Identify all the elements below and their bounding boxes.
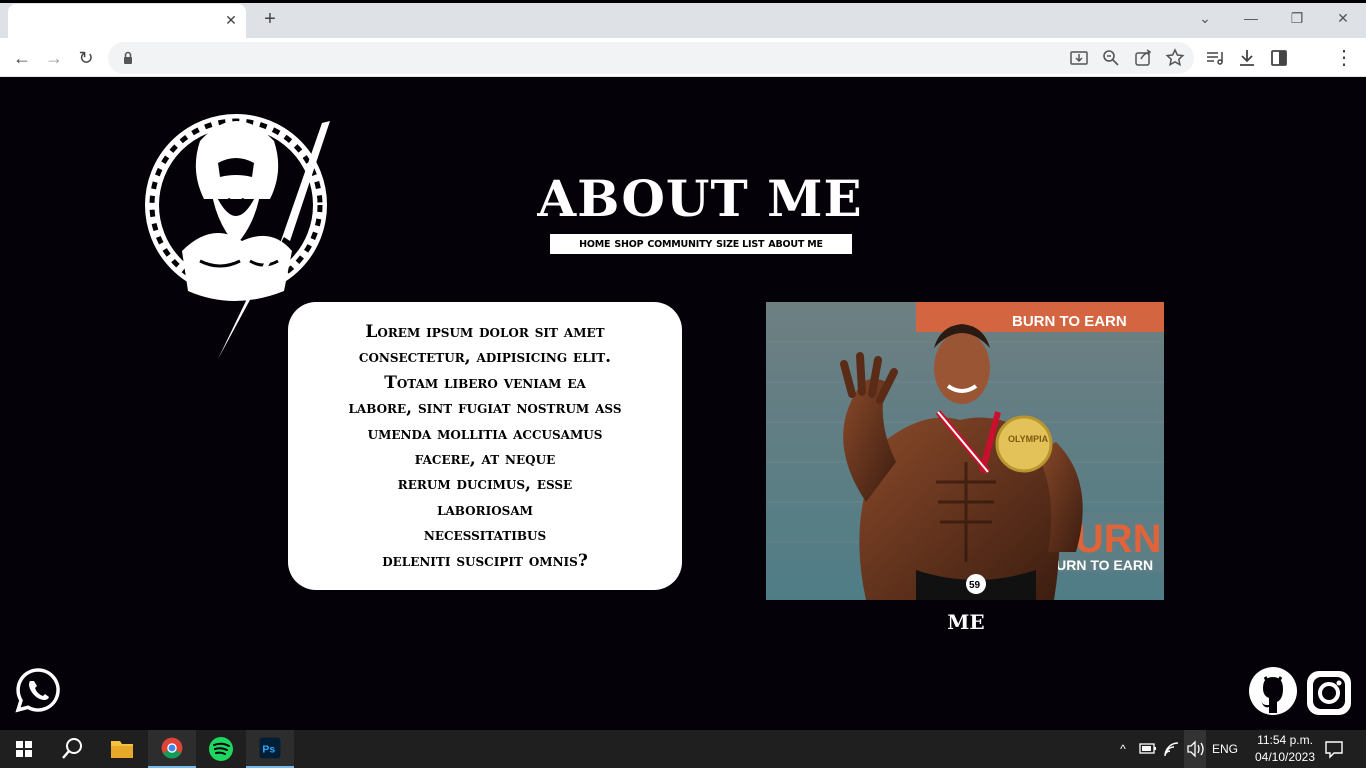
zoom-icon[interactable] [1100,47,1122,69]
bookmark-star-icon[interactable] [1164,47,1186,69]
network-icon[interactable] [1162,730,1182,768]
minimize-button[interactable]: — [1236,6,1266,30]
text-line: laboriosam [437,499,533,520]
reading-list-icon[interactable] [1204,47,1226,69]
clock-time: 11:54 p.m. [1257,733,1313,747]
browser-tab[interactable]: ✕ [8,4,246,38]
nav-about-me-link[interactable]: ABOUT ME [768,239,823,250]
text-line: necessitatibus [423,525,547,546]
tab-strip: ✕ + ⌄ — ❐ ✕ [0,0,1366,38]
forward-button[interactable]: → [40,44,68,72]
banner-text-bottom-small: BURN TO EARN [1046,557,1153,573]
close-window-button[interactable]: ✕ [1328,6,1358,30]
browser-toolbar: ← → ↻ ⋮ [0,38,1366,77]
github-icon[interactable] [1249,667,1297,715]
text-line: rerum ducimus, esse [397,474,573,495]
tab-close-icon[interactable]: ✕ [222,11,240,29]
profile-photo: BURN TO EARN BURN BURN TO EARN OLYMPIA 5… [766,302,1164,600]
window-top-border [0,0,1366,3]
clock[interactable]: 11:54 p.m. 04/10/2023 [1250,732,1320,766]
side-panel-icon[interactable] [1268,47,1290,69]
reload-button[interactable]: ↻ [72,44,100,72]
nav-size-list-link[interactable]: SIZE LIST [716,239,764,250]
new-tab-button[interactable]: + [258,8,282,32]
text-line: labore, sint fugiat nostrum ass [348,398,622,419]
text-line: deleniti suscipit omnis? [382,550,588,571]
nav-community-link[interactable]: COMMUNITY [647,239,712,250]
whatsapp-icon[interactable] [14,666,62,714]
volume-icon[interactable] [1184,730,1206,768]
about-text-box: Lorem ipsum dolor sit amet consectetur, … [288,302,682,590]
install-icon[interactable] [1068,47,1090,69]
battery-icon[interactable] [1138,730,1158,768]
share-icon[interactable] [1132,47,1154,69]
text-line: umenda mollitia accusamus [367,423,603,444]
page-title: ABOUT ME [537,169,863,228]
text-line: facere, at neque [414,449,556,470]
clock-date: 04/10/2023 [1254,750,1316,764]
text-line: Lorem ipsum dolor sit amet [365,322,605,342]
page-content: ABOUT ME HOME SHOP COMMUNITY SIZE LIST A… [0,77,1366,730]
lock-icon[interactable] [120,50,136,66]
address-bar[interactable] [108,42,1194,74]
nav-shop-link[interactable]: SHOP [614,239,643,250]
notifications-icon[interactable] [1322,730,1346,768]
instagram-icon[interactable] [1305,669,1353,717]
photoshop-icon[interactable]: Ps [246,730,294,768]
spotify-icon[interactable] [197,730,245,768]
windows-taskbar: Ps ^ ENG 11:54 p.m. 04/10/2023 [0,730,1366,768]
nav-menu: HOME SHOP COMMUNITY SIZE LIST ABOUT ME [550,234,852,254]
medal-text: OLYMPIA [1008,434,1049,444]
text-line: consectetur, adipisicing elit. [358,347,612,368]
photo-caption: ME [947,610,985,634]
svg-text:Ps: Ps [262,745,275,756]
back-button[interactable]: ← [8,44,36,72]
nav-home-link[interactable]: HOME [579,239,610,250]
chrome-icon[interactable] [148,730,196,768]
show-hidden-icons-icon[interactable]: ^ [1114,730,1132,768]
start-button-icon[interactable] [0,730,48,768]
restore-button[interactable]: ❐ [1282,6,1312,30]
banner-text-top: BURN TO EARN [1012,313,1127,330]
file-explorer-icon[interactable] [98,730,146,768]
tab-search-button[interactable]: ⌄ [1190,6,1220,30]
browser-menu-button[interactable]: ⋮ [1330,44,1358,72]
search-icon[interactable] [48,730,96,768]
text-line: Totam libero veniam ea [384,372,586,393]
bib-number: 59 [969,580,981,591]
download-icon[interactable] [1236,47,1258,69]
language-indicator[interactable]: ENG [1212,730,1238,768]
